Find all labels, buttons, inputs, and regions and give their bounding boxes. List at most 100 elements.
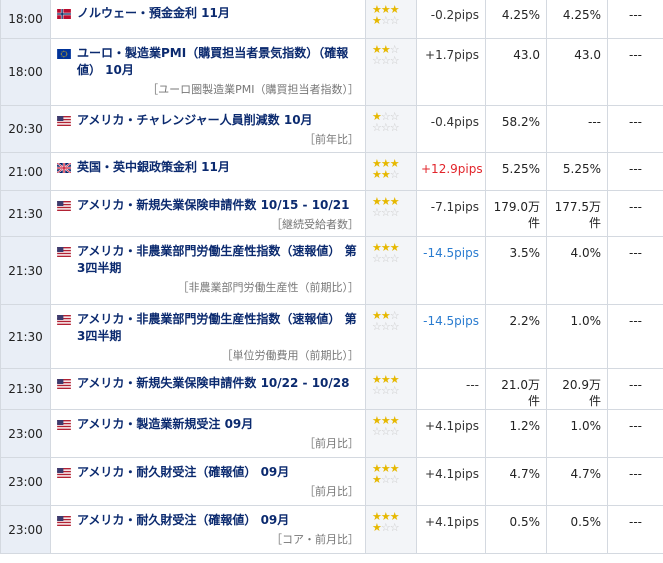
event-cell: アメリカ・耐久財受注（確報値） 09月 ［前月比］ [50,457,366,506]
usa-flag-icon [57,419,71,430]
importance-stars: ★☆☆ ☆☆☆ [372,111,408,133]
event-cell: 英国・英中銀政策金利 11月 [50,152,366,191]
table-row: 18:00 ユーロ・製造業PMI（購買担当者景気指数）（確報値） 10月 ［ユーロ圏… [0,38,663,106]
previous-value: 43.0 [485,38,547,106]
table-row: 23:00 アメリカ・耐久財受注（確報値） 09月 ［コア・前月比］ ★★★ ★☆☆ +4… [0,505,663,554]
importance-cell: ★★★ ★☆☆ [365,457,417,506]
star-empty-icon: ☆ [380,425,391,438]
impact-pips: -0.2pips [416,0,486,39]
star-empty-icon: ☆ [389,121,400,134]
usa-flag-icon [57,515,71,526]
event-title-link[interactable]: 英国・英中銀政策金利 11月 [77,159,230,176]
event-title-link[interactable]: アメリカ・非農業部門労働生産性指数（速報値） 第3四半期 [77,243,359,277]
star-empty-icon: ☆ [372,252,382,265]
event-cell: アメリカ・新規失業保険申請件数 10/22 - 10/28 [50,368,366,410]
star-empty-icon: ☆ [372,384,382,397]
event-cell: ノルウェー・預金金利 11月 [50,0,366,39]
forecast-value: 43.0 [546,38,608,106]
forecast-value: 1.0% [546,304,608,369]
forecast-value: 177.5万件 [546,190,608,237]
star-filled-icon: ★ [380,168,391,181]
star-empty-icon: ☆ [389,54,400,67]
table-row: 21:30 アメリカ・非農業部門労働生産性指数（速報値） 第3四半期 ［単位労働費用… [0,304,663,369]
star-empty-icon: ☆ [389,206,400,219]
star-empty-icon: ☆ [372,54,382,67]
importance-cell: ★★★ ☆☆☆ [365,409,417,458]
table-row: 23:00 アメリカ・耐久財受注（確報値） 09月 ［前月比］ ★★★ ★☆☆ +4.1p… [0,457,663,506]
previous-value: 179.0万件 [485,190,547,237]
event-subtitle: ［継続受給者数］ [271,218,359,231]
impact-pips: +12.9pips [416,152,486,191]
star-empty-icon: ☆ [389,425,400,438]
importance-cell: ★★★ ★★☆ [365,152,417,191]
usa-flag-icon [57,200,71,211]
event-cell: アメリカ・非農業部門労働生産性指数（速報値） 第3四半期 ［単位労働費用（前期比）… [50,304,366,369]
importance-stars: ★★★ ★☆☆ [372,511,408,533]
usa-flag-icon [57,378,71,389]
event-title-link[interactable]: ユーロ・製造業PMI（購買担当者景気指数）（確報値） 10月 [77,45,359,79]
star-empty-icon: ☆ [372,425,382,438]
event-time: 18:00 [0,38,51,106]
event-cell: ユーロ・製造業PMI（購買担当者景気指数）（確報値） 10月 ［ユーロ圏製造業PM… [50,38,366,106]
table-row: 18:00 ノルウェー・預金金利 11月 ★★★ ★☆☆ -0.2pips 4.25% 4.… [0,0,663,39]
usa-flag-icon [57,467,71,478]
event-title-link[interactable]: アメリカ・非農業部門労働生産性指数（速報値） 第3四半期 [77,311,359,345]
previous-value: 5.25% [485,152,547,191]
event-title-link[interactable]: アメリカ・新規失業保険申請件数 10/22 - 10/28 [77,375,349,392]
star-empty-icon: ☆ [389,384,400,397]
importance-cell: ★★★ ☆☆☆ [365,236,417,305]
previous-value: 1.2% [485,409,547,458]
event-time: 21:00 [0,152,51,191]
event-subtitle: ［前月比］ [304,437,359,450]
star-empty-icon: ☆ [389,320,400,333]
impact-pips: --- [416,368,486,410]
importance-cell: ★★★ ☆☆☆ [365,190,417,237]
actual-value: --- [607,190,663,237]
impact-pips: +4.1pips [416,457,486,506]
star-empty-icon: ☆ [372,206,382,219]
importance-stars: ★★★ ☆☆☆ [372,415,408,437]
importance-stars: ★★★ ★★☆ [372,158,408,180]
star-empty-icon: ☆ [389,252,400,265]
actual-value: --- [607,304,663,369]
impact-pips: +4.1pips [416,409,486,458]
actual-value: --- [607,457,663,506]
event-cell: アメリカ・非農業部門労働生産性指数（速報値） 第3四半期 ［非農業部門労働生産性（… [50,236,366,305]
event-time: 18:00 [0,0,51,39]
calendar-rows: 18:00 ノルウェー・預金金利 11月 ★★★ ★☆☆ -0.2pips 4.25% 4.… [0,0,663,554]
star-empty-icon: ☆ [389,521,400,534]
actual-value: --- [607,505,663,554]
star-filled-icon: ★ [372,473,382,486]
usa-flag-icon [57,115,71,126]
event-title-link[interactable]: アメリカ・耐久財受注（確報値） 09月 [77,464,289,481]
event-title-link[interactable]: アメリカ・耐久財受注（確報値） 09月 [77,512,289,529]
previous-value: 4.7% [485,457,547,506]
forecast-value: 20.9万件 [546,368,608,410]
event-cell: アメリカ・チャレンジャー人員削減数 10月 ［前年比］ [50,105,366,153]
previous-value: 58.2% [485,105,547,153]
importance-cell: ★★★ ★☆☆ [365,0,417,39]
usa-flag-icon [57,314,71,325]
star-empty-icon: ☆ [372,121,382,134]
table-row: 20:30 アメリカ・チャレンジャー人員削減数 10月 ［前年比］ ★☆☆ ☆☆☆ -0.… [0,105,663,153]
impact-pips: -14.5pips [416,236,486,305]
actual-value: --- [607,368,663,410]
star-filled-icon: ★ [372,14,382,27]
star-empty-icon: ☆ [389,168,400,181]
event-time: 21:30 [0,368,51,410]
economic-calendar-table: 18:00 ノルウェー・預金金利 11月 ★★★ ★☆☆ -0.2pips 4.25% 4.… [0,0,663,554]
forecast-value: 4.25% [546,0,608,39]
importance-cell: ★★★ ☆☆☆ [365,368,417,410]
importance-cell: ★★☆ ☆☆☆ [365,38,417,106]
event-title-link[interactable]: ノルウェー・預金金利 11月 [77,5,230,22]
actual-value: --- [607,236,663,305]
event-title-link[interactable]: アメリカ・製造業新規受注 09月 [77,416,253,433]
star-empty-icon: ☆ [380,121,391,134]
importance-stars: ★★☆ ☆☆☆ [372,44,408,66]
event-title-link[interactable]: アメリカ・チャレンジャー人員削減数 10月 [77,112,313,129]
forecast-value: 4.7% [546,457,608,506]
event-subtitle: ［前年比］ [304,133,359,146]
actual-value: --- [607,0,663,39]
event-title-link[interactable]: アメリカ・新規失業保険申請件数 10/15 - 10/21 [77,197,349,214]
event-subtitle: ［ユーロ圏製造業PMI（購買担当者指数）］ [147,83,359,96]
